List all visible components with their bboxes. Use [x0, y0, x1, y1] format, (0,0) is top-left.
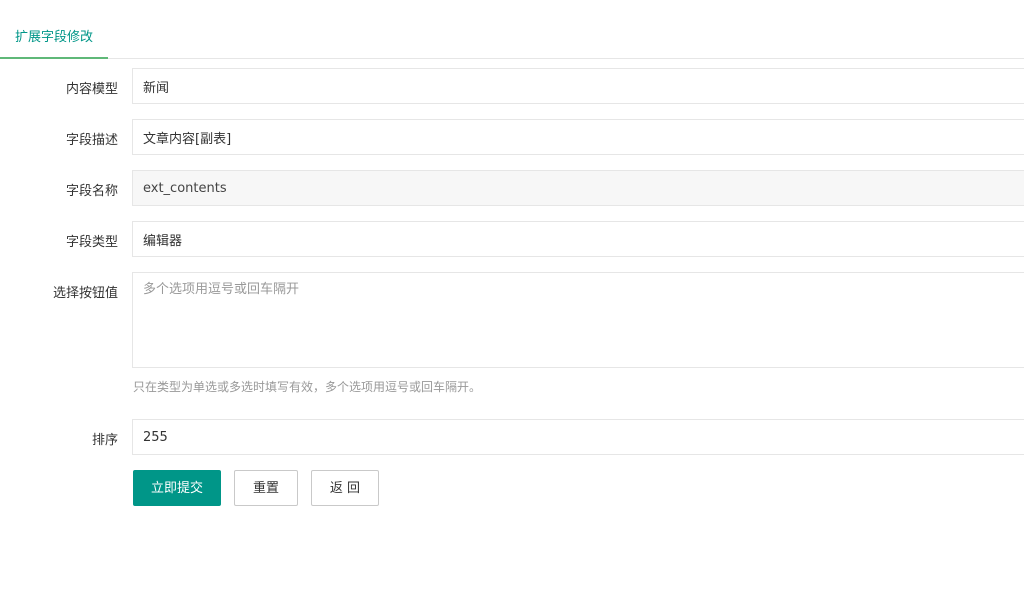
content-model-label: 内容模型	[65, 82, 118, 97]
sort-label: 排序	[91, 433, 118, 448]
field-description-label: 字段描述	[65, 133, 118, 148]
back-button[interactable]: 返 回	[311, 470, 379, 506]
field-description-input[interactable]	[132, 119, 1024, 155]
sort-input[interactable]	[132, 419, 1024, 455]
field-name-label: 字段名称	[65, 184, 118, 199]
submit-button[interactable]: 立即提交	[133, 470, 221, 506]
tab-active-indicator	[0, 57, 108, 59]
options-textarea[interactable]	[132, 272, 1024, 368]
field-type-label: 字段类型	[65, 235, 118, 250]
options-label: 选择按钮值	[52, 286, 118, 301]
field-type-input[interactable]	[132, 221, 1024, 257]
reset-button[interactable]: 重置	[234, 470, 298, 506]
tab-label: 扩展字段修改	[14, 30, 93, 45]
tab-bar: 扩展字段修改	[0, 18, 1024, 59]
content-model-input[interactable]	[132, 68, 1024, 104]
tab-extended-field-edit[interactable]: 扩展字段修改	[0, 18, 108, 59]
field-name-input	[132, 170, 1024, 206]
options-help-text: 只在类型为单选或多选时填写有效，多个选项用逗号或回车隔开。	[133, 380, 482, 394]
